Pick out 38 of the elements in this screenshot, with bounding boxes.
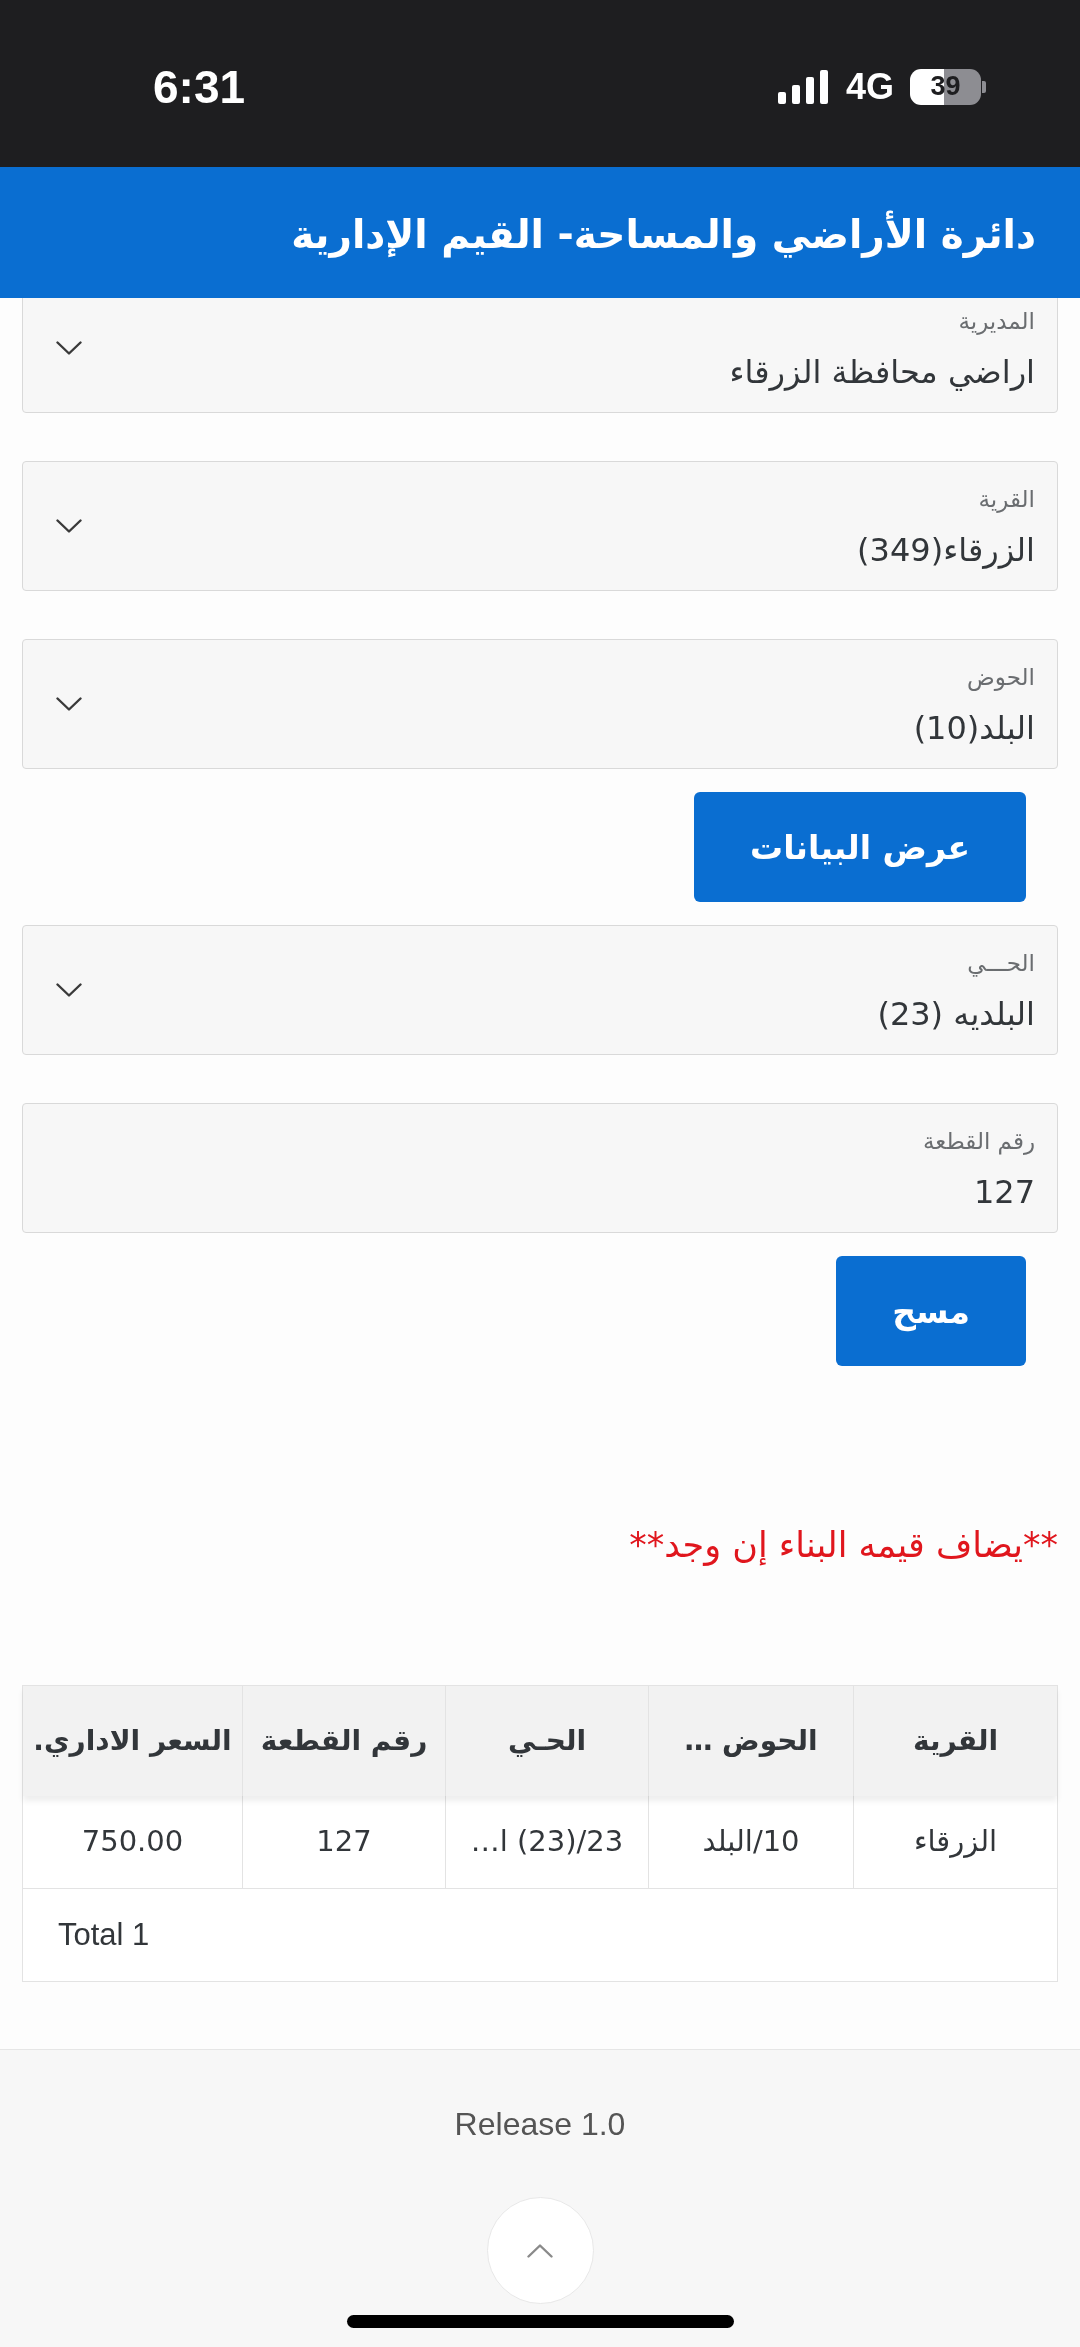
field-label: الحوض [967,663,1035,692]
action-button[interactable]: عرض البيانات [694,792,1026,902]
chevron-down-icon [56,697,82,711]
dropdown[interactable]: القرية الزرقاء(349) [22,461,1058,591]
table-cell: 23/(23) ا… [445,1796,648,1888]
column-header: السعر الاداري. [32,1723,233,1759]
chevron-up-icon [527,2243,553,2258]
dropdown[interactable]: المديرية اراضي محافظة الزرقاء [22,298,1058,413]
network-type: 4G [845,68,894,105]
field-label: القرية [978,485,1035,514]
table-cell-text: 750.00 [80,1823,185,1861]
note-text: **يضاف قيمه البناء إن وجد** [628,1524,1059,1568]
action-button[interactable]: مسح [836,1256,1026,1366]
column-header: الحوض … [648,1686,853,1796]
column-header: رقم القطعة [242,1686,445,1796]
input-value: 127 [973,1172,1035,1213]
dropdown[interactable]: الحـــي البلديه (23) [22,925,1058,1055]
field-label: رقم القطعة [922,1127,1035,1156]
dropdown-value: الزرقاء(349) [857,530,1035,571]
table-cell: 127 [242,1796,445,1888]
release-version: Release 1.0 [454,2105,626,2143]
column-header: القرية [853,1686,1057,1796]
dropdown[interactable]: الحوض البلد(10) [22,639,1058,769]
table-cell: الزرقاء [853,1796,1057,1888]
clock-time: 6:31 [153,63,246,110]
field-label: الحـــي [967,949,1035,978]
dropdown-value: البلديه (23) [877,994,1035,1035]
dropdown-value: البلد(10) [913,708,1035,749]
signal-strength-icon [777,69,828,104]
field-label: المديرية [958,307,1035,336]
table-cell: 10/البلد [648,1796,853,1888]
chevron-down-icon [56,983,82,997]
total-count: Total 1 [58,1915,150,1954]
page-title: دائرة الأراضي والمساحة- القيم الإدارية [291,209,1036,260]
chevron-down-icon [56,519,82,533]
column-header: الحـي [445,1686,648,1796]
dropdown-value: اراضي محافظة الزرقاء [729,352,1035,393]
chevron-down-icon [56,341,82,355]
